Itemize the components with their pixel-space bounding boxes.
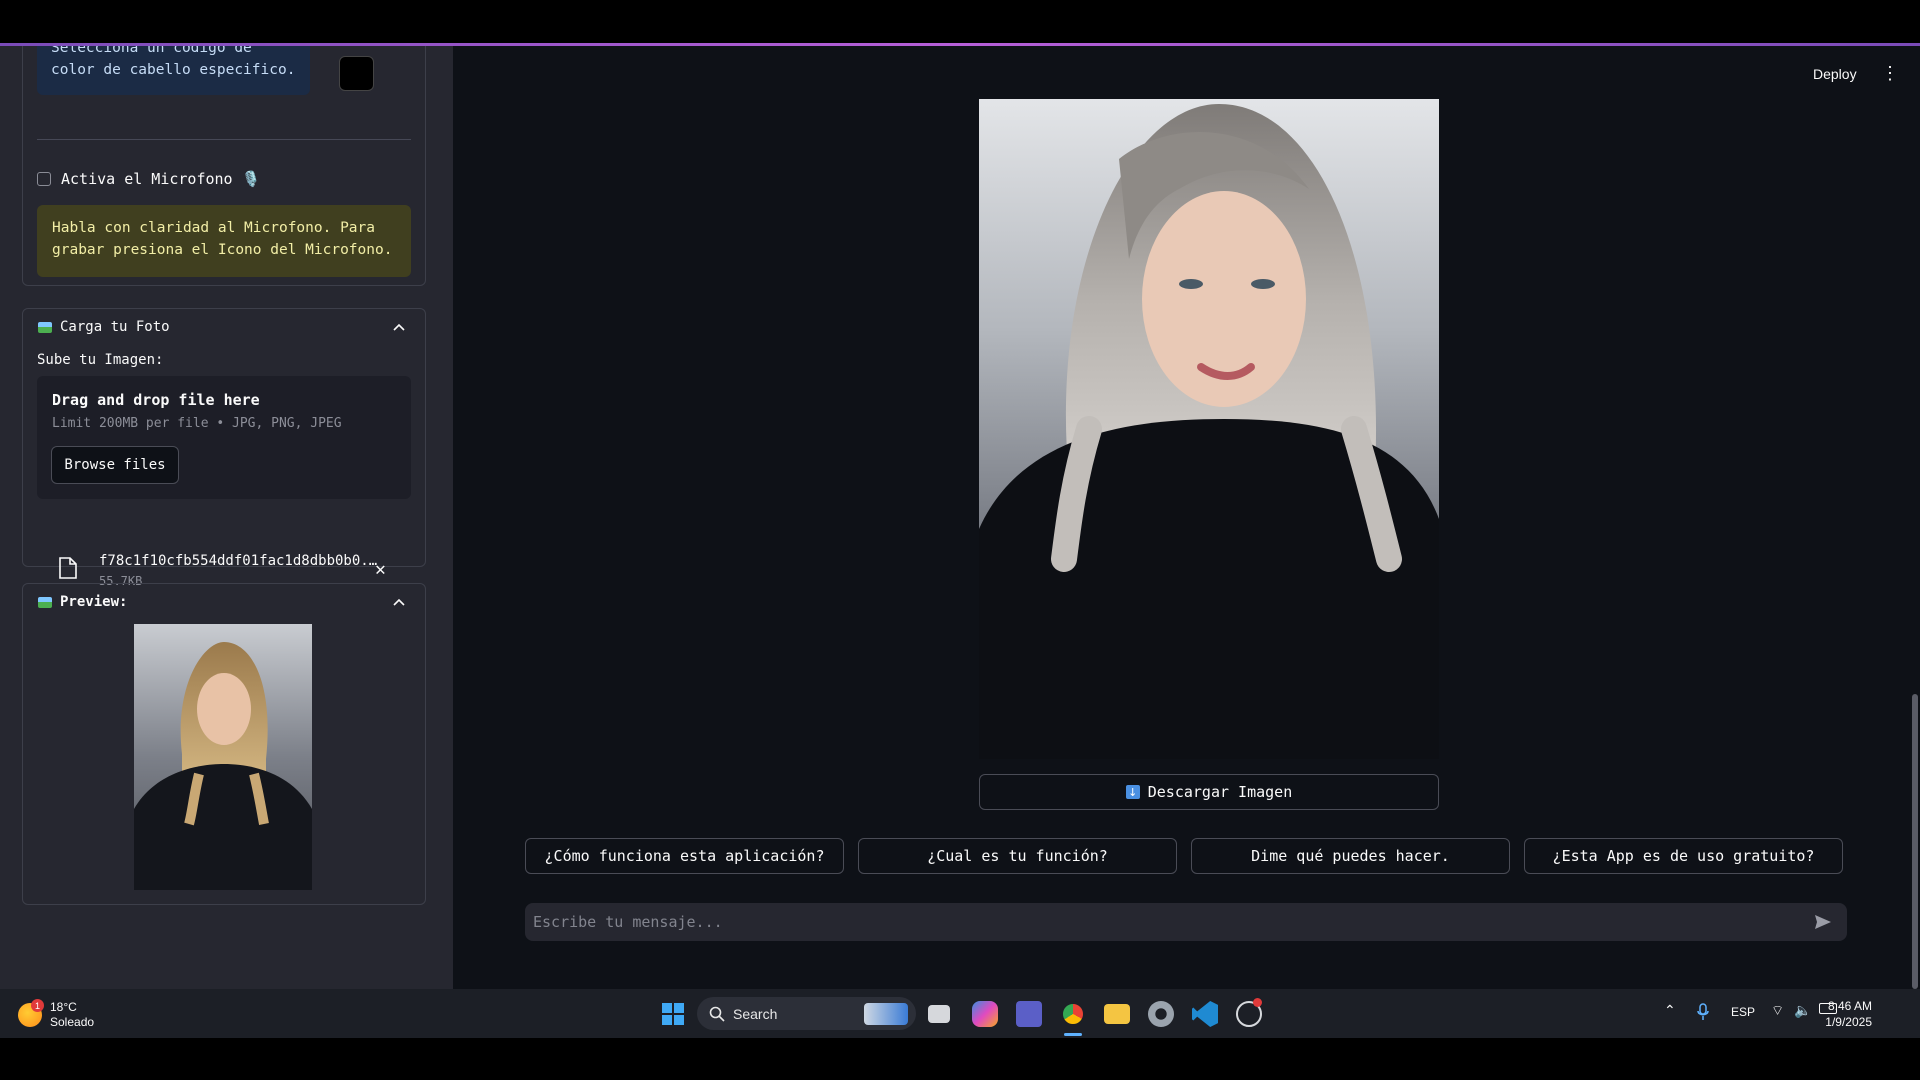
- generated-image: [979, 99, 1439, 759]
- chrome-icon[interactable]: [1060, 1001, 1086, 1027]
- windows-start-icon[interactable]: [660, 1001, 686, 1027]
- mic-checkbox[interactable]: [37, 172, 51, 186]
- download-icon: ↓: [1125, 785, 1140, 799]
- chat-input[interactable]: [533, 903, 1793, 941]
- sidebar: Selecciona un codigo de color de cabello…: [0, 46, 453, 989]
- mic-checkbox-label: Activa el Microfono 🎙️: [61, 170, 261, 188]
- suggestion-chip[interactable]: ¿Esta App es de uso gratuito?: [1524, 838, 1843, 874]
- weather-widget[interactable]: 1 18°C Soleado: [18, 999, 94, 1030]
- main-content: Deploy ⋮ ↓ Descargar Imagen ¿Cómo funcio…: [453, 46, 1920, 989]
- streamlit-app: Selecciona un codigo de color de cabello…: [0, 46, 1920, 989]
- search-icon: [709, 1006, 725, 1022]
- wifi-icon[interactable]: ⌔: [1771, 1002, 1784, 1020]
- taskbar-search[interactable]: Search: [697, 997, 916, 1030]
- weather-badge: 1: [31, 999, 44, 1012]
- preview-expander-header[interactable]: Preview:: [38, 593, 408, 611]
- language-indicator[interactable]: ESP: [1731, 1005, 1755, 1019]
- vscode-icon[interactable]: [1192, 1001, 1218, 1027]
- preview-expander-title-wrap: Preview:: [38, 594, 127, 610]
- main-scrollbar[interactable]: [1912, 694, 1918, 989]
- upload-expander-header[interactable]: Carga tu Foto: [38, 318, 408, 336]
- copilot-icon[interactable]: [972, 1001, 998, 1027]
- mic-checkbox-row[interactable]: Activa el Microfono 🎙️: [37, 170, 260, 188]
- temperature: 18°C: [50, 1000, 77, 1014]
- main-menu-icon[interactable]: ⋮: [1881, 63, 1899, 84]
- search-label: Search: [733, 1005, 778, 1022]
- volume-icon[interactable]: 🔈: [1794, 1002, 1811, 1019]
- suggestion-chip[interactable]: ¿Cual es tu función?: [858, 838, 1177, 874]
- recorder-badge: [1253, 998, 1262, 1007]
- settings-icon[interactable]: [1148, 1001, 1174, 1027]
- clock-time: 8:46 AM: [1827, 999, 1872, 1013]
- picture-icon: [38, 321, 52, 333]
- sidebar-divider: [37, 139, 411, 140]
- chevron-up-icon[interactable]: [390, 593, 408, 611]
- microphone-icon[interactable]: [1697, 1003, 1709, 1021]
- upload-expander-title: Carga tu Foto: [60, 319, 170, 335]
- hair-color-picker[interactable]: [339, 56, 374, 91]
- teams-icon[interactable]: [1016, 1001, 1042, 1027]
- download-image-button[interactable]: ↓ Descargar Imagen: [979, 774, 1439, 810]
- show-hidden-icons[interactable]: ⌃: [1664, 1002, 1676, 1019]
- mic-info-text: Habla con claridad al Microfono. Para gr…: [52, 220, 393, 258]
- chat-input-bar: [525, 903, 1847, 941]
- download-label: Descargar Imagen: [1147, 783, 1293, 801]
- color-info-box: Selecciona un codigo de color de cabello…: [37, 46, 310, 95]
- sun-icon: 1: [18, 999, 44, 1027]
- weather-text: 18°C Soleado: [50, 1000, 94, 1030]
- weather-condition: Soleado: [50, 1015, 95, 1029]
- dropzone-title: Drag and drop file here: [52, 391, 260, 409]
- clock-date: 1/9/2025: [1825, 1015, 1872, 1029]
- file-explorer-icon[interactable]: [1104, 1004, 1130, 1024]
- picture-icon: [38, 596, 52, 608]
- color-info-text: Selecciona un codigo de color de cabello…: [51, 46, 296, 78]
- suggestion-chip[interactable]: Dime qué puedes hacer.: [1191, 838, 1510, 874]
- search-highlight-icon: [864, 1002, 908, 1025]
- file-dropzone[interactable]: Drag and drop file here Limit 200MB per …: [37, 376, 411, 499]
- preview-expander-title: Preview:: [60, 594, 128, 610]
- upload-expander-title-wrap: Carga tu Foto: [38, 319, 170, 335]
- screen-top-bar: [0, 0, 1920, 45]
- browse-files-button[interactable]: Browse files: [51, 446, 179, 484]
- chrome-active-indicator: [1064, 1033, 1082, 1036]
- file-name: f78c1f10cfb554ddf01fac1d8dbb0b0...: [99, 553, 384, 569]
- suggestion-chip[interactable]: ¿Cómo funciona esta aplicación?: [525, 838, 844, 874]
- dropzone-subtitle: Limit 200MB per file • JPG, PNG, JPEG: [52, 416, 342, 431]
- upload-label: Sube tu Imagen:: [37, 352, 164, 368]
- preview-image: [134, 624, 312, 890]
- windows-taskbar: 1 18°C Soleado Search ⌃ ESP ⌔ 🔈 8:46 AM …: [0, 989, 1920, 1038]
- screen-bottom-bar: [0, 1038, 1920, 1080]
- chevron-up-icon[interactable]: [390, 318, 408, 336]
- file-icon: [59, 557, 77, 579]
- mic-info-box: Habla con claridad al Microfono. Para gr…: [37, 205, 411, 277]
- deploy-button[interactable]: Deploy: [1813, 66, 1857, 82]
- send-icon[interactable]: [1813, 912, 1833, 932]
- task-view-icon[interactable]: [928, 1005, 950, 1023]
- system-clock[interactable]: 8:46 AM 1/9/2025: [1812, 998, 1872, 1030]
- remove-file-icon[interactable]: ✕: [375, 559, 386, 580]
